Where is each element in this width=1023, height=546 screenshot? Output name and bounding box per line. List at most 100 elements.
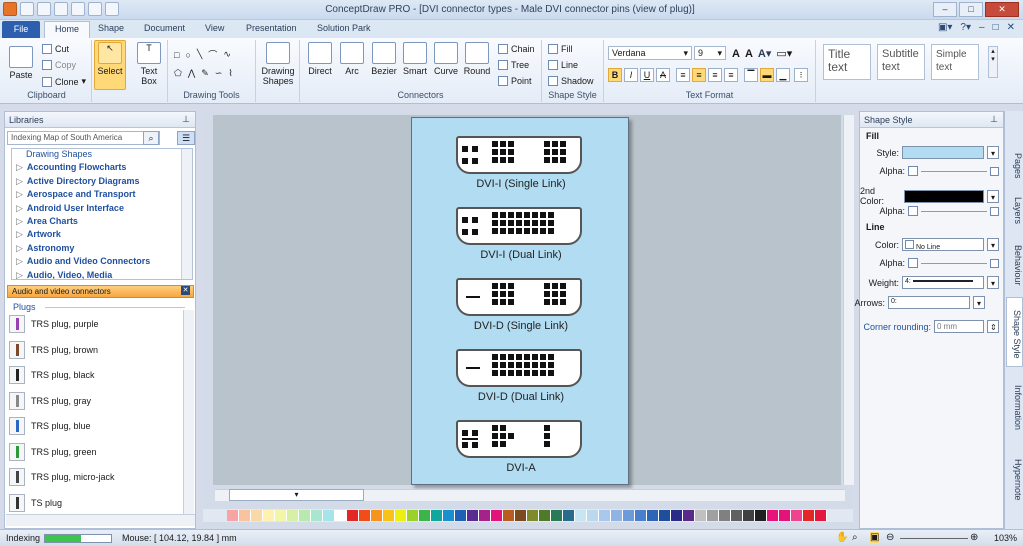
color-swatch[interactable] [731,510,743,521]
dvi-connector[interactable] [456,420,582,458]
shrink-font-icon[interactable]: A [745,48,753,60]
line-color-dropdown-icon[interactable]: ▾ [987,238,999,251]
close-library-icon[interactable]: ✕ [181,286,190,295]
library-item[interactable]: ▷ Active Directory Diagrams [12,176,192,189]
bold-button[interactable]: B [608,68,622,82]
curve-connector-button[interactable]: Curve [431,42,461,76]
styles-scroll[interactable]: ▴ ▾ [988,46,998,78]
plug-item[interactable]: TRS plug, blue [9,414,91,438]
color-swatch[interactable] [623,510,635,521]
shadow-button[interactable]: Shadow [548,76,594,86]
color-swatch[interactable] [347,510,359,521]
second-color-dropdown-icon[interactable]: ▾ [987,189,999,203]
color-swatch[interactable] [791,510,803,521]
color-swatch[interactable] [263,510,275,521]
color-swatch[interactable] [467,510,479,521]
color-swatch[interactable] [371,510,383,521]
weight-dropdown-icon[interactable]: ▾ [987,276,999,289]
app-menu-icon[interactable] [3,2,17,16]
color-swatch[interactable] [431,510,443,521]
align-right-icon[interactable]: ≡ [708,68,722,82]
color-swatch[interactable] [647,510,659,521]
expand-arrow-icon[interactable]: ▷ [16,216,23,226]
side-tab[interactable]: Hypernote [1006,447,1023,501]
paste-button[interactable]: Paste [6,42,36,80]
point-button[interactable]: Point [498,76,532,86]
plug-item[interactable]: TRS plug, purple [9,312,99,336]
side-tab[interactable]: Information [1006,373,1023,430]
tab-presentation[interactable]: Presentation [246,23,297,33]
plugs-scrollbar[interactable] [183,310,194,514]
canvas[interactable]: DVI-I (Single Link) DVI-I (Dual Link) DVI-… [213,115,841,485]
expand-arrow-icon[interactable]: ▷ [16,256,23,266]
fill-style-dropdown-icon[interactable]: ▾ [987,146,999,159]
tab-solution-park[interactable]: Solution Park [317,23,371,33]
second-color-select[interactable] [903,189,985,203]
library-item[interactable]: ▷ Astronomy [12,243,192,256]
color-swatch[interactable] [539,510,551,521]
corner-rounding-input[interactable]: 0 mm [934,320,984,333]
color-swatch[interactable] [383,510,395,521]
ribbon-minimize-icon[interactable]: – [979,22,985,33]
maximize-icon[interactable]: □ [959,2,983,17]
corner-rounding-spin[interactable]: ⇕ [987,320,999,333]
round-connector-button[interactable]: Round [462,42,492,76]
color-swatch[interactable] [815,510,827,521]
library-list-scrollbar[interactable] [181,149,192,279]
color-swatch[interactable] [683,510,695,521]
library-item[interactable]: ▷ Audio, Video, Media [12,270,192,279]
color-swatch[interactable] [323,510,335,521]
style-subtitle-text[interactable]: Subtitle text [877,44,925,80]
plug-item[interactable]: TRS plug, green [9,440,97,464]
tab-view[interactable]: View [205,23,224,33]
color-swatch[interactable] [551,510,563,521]
color-swatch[interactable] [275,510,287,521]
color-swatch[interactable] [575,510,587,521]
plugs-hscrollbar[interactable] [6,514,195,526]
color-swatch[interactable] [239,510,251,521]
pin-icon[interactable]: ⊥ [182,114,190,125]
second-alpha-spin[interactable] [990,206,999,216]
color-swatch[interactable] [563,510,575,521]
ellipse-icon[interactable]: ○ [185,50,190,60]
smart-connector-button[interactable]: Smart [400,42,430,76]
color-swatch[interactable] [395,510,407,521]
undo-icon[interactable] [71,2,85,16]
arc-connector-button[interactable]: Arc [338,42,366,76]
expand-arrow-icon[interactable]: ▷ [16,162,23,172]
valign-middle-icon[interactable]: ▬ [760,68,774,82]
freehand-icon[interactable]: ✎ [201,68,209,79]
color-swatch[interactable] [671,510,683,521]
expand-arrow-icon[interactable]: ▷ [16,270,23,279]
color-swatch[interactable] [407,510,419,521]
grow-font-icon[interactable]: A [732,48,740,60]
color-swatch[interactable] [491,510,503,521]
side-tab[interactable]: Behaviour [1006,233,1023,286]
polygon-icon[interactable]: ⬠ [174,68,182,79]
valign-bottom-icon[interactable]: ▁ [776,68,790,82]
fill-style-select[interactable] [902,146,984,159]
underline-button[interactable]: U [640,68,654,82]
bezier-tool-icon[interactable]: ⌇ [228,68,232,79]
font-color-icon[interactable]: A▾ [758,47,771,60]
line-color-select[interactable]: No Line [902,238,984,251]
valign-top-icon[interactable]: ▔ [744,68,758,82]
save-icon[interactable] [54,2,68,16]
align-center-icon[interactable]: ≡ [692,68,706,82]
redo-icon[interactable] [88,2,102,16]
drawing-shapes-button[interactable]: Drawing Shapes [259,42,297,86]
minimize-icon[interactable]: – [933,2,957,17]
ribbon-close-icon[interactable]: ✕ [1007,22,1015,33]
color-swatch[interactable] [455,510,467,521]
print-icon[interactable] [105,2,119,16]
color-swatch[interactable] [527,510,539,521]
color-swatch[interactable] [659,510,671,521]
line-button[interactable]: Line [548,60,578,70]
color-swatch[interactable] [695,510,707,521]
new-icon[interactable] [20,2,34,16]
plug-item[interactable]: TRS plug, black [9,363,95,387]
library-search-input[interactable]: Indexing Map of South America [7,131,160,145]
color-swatch[interactable] [419,510,431,521]
library-item[interactable]: ▷ Area Charts [12,216,192,229]
plug-item[interactable]: TRS plug, brown [9,338,98,362]
